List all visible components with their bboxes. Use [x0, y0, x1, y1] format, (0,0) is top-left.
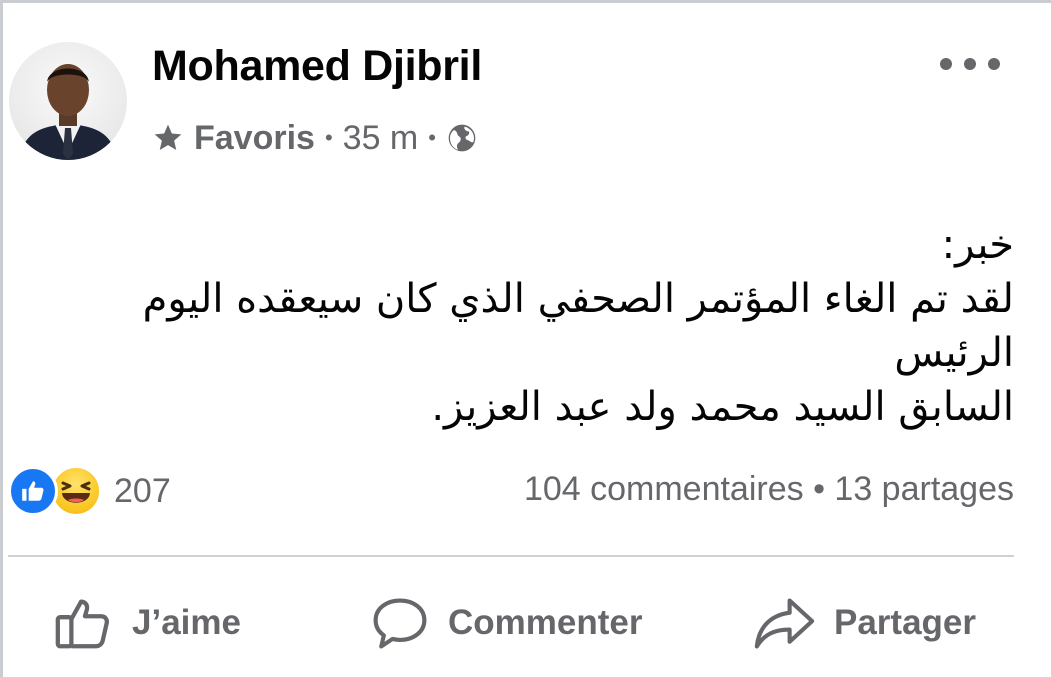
post-text-line: السابق السيد محمد ولد عبد العزيز. [431, 384, 1014, 430]
thumbs-up-icon [55, 599, 109, 649]
globe-icon [448, 124, 476, 152]
share-button-label: Partager [834, 603, 977, 642]
post-meta: Favoris • 35 m • [152, 116, 478, 160]
more-dot [988, 58, 1000, 70]
star-icon [154, 124, 182, 150]
reaction-count: 207 [114, 471, 171, 510]
post-time[interactable]: 35 m [343, 119, 419, 158]
audience-label[interactable]: Favoris [194, 119, 315, 158]
like-button-label: J’aime [132, 603, 241, 642]
post-text-line: لقد تم الغاء المؤتمر الصحفي الذي كان سيع… [142, 276, 1014, 376]
like-button[interactable]: J’aime [52, 590, 241, 656]
divider [8, 555, 1014, 557]
more-dot [964, 58, 976, 70]
share-button[interactable]: Partager [752, 590, 976, 656]
comment-button-label: Commenter [448, 603, 643, 642]
more-options-icon[interactable] [940, 52, 1000, 76]
like-reaction-icon [8, 466, 58, 516]
separator: • [428, 125, 436, 150]
author-name[interactable]: Mohamed Djibril [152, 42, 482, 91]
speech-bubble-icon [373, 598, 427, 649]
comments-shares-count[interactable]: 104 commentaires • 13 partages [524, 470, 1014, 509]
share-arrow-icon [754, 598, 815, 649]
avatar[interactable] [9, 42, 127, 160]
comment-button[interactable]: Commenter [370, 590, 642, 656]
post-text: خبر: لقد تم الغاء المؤتمر الصحفي الذي كا… [14, 218, 1014, 434]
reactions-summary[interactable]: 207 [8, 465, 171, 517]
profile-photo-icon [19, 64, 117, 160]
more-dot [940, 58, 952, 70]
separator: • [324, 125, 333, 150]
post-text-line: خبر: [941, 222, 1014, 268]
